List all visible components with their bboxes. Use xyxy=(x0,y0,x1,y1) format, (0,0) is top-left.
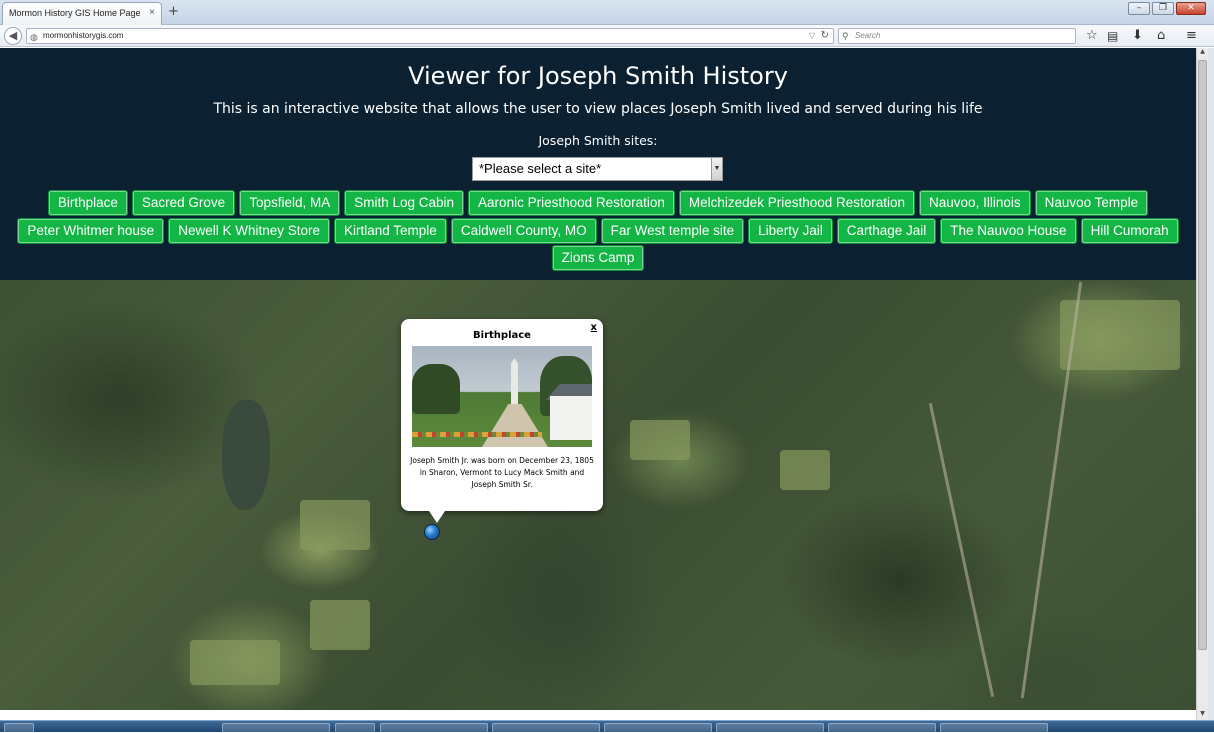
search-icon: ⚲ xyxy=(842,31,849,41)
browser-tab-bar: Mormon History GIS Home Page × + – ❐ ✕ xyxy=(0,0,1214,25)
menu-icon[interactable]: ≡ xyxy=(1186,28,1197,44)
chevron-down-icon[interactable]: ▼ xyxy=(711,158,722,180)
sites-label: Joseph Smith sites: xyxy=(538,133,658,148)
tab-title: Mormon History GIS Home Page xyxy=(9,8,141,18)
window-edge xyxy=(1208,48,1214,720)
photo-path xyxy=(482,404,548,447)
site-button-melchizedek-priesthood[interactable]: Melchizedek Priesthood Restoration xyxy=(678,190,916,216)
site-button-nauvoo-temple[interactable]: Nauvoo Temple xyxy=(1034,190,1149,216)
url-text: mormonhistorygis.com xyxy=(43,31,124,40)
scroll-down-icon[interactable]: ▼ xyxy=(1197,710,1208,720)
site-button-peter-whitmer-house[interactable]: Peter Whitmer house xyxy=(17,218,165,244)
birthplace-photo xyxy=(412,346,592,447)
map-field xyxy=(780,450,830,490)
map-field xyxy=(310,600,370,650)
site-button-birthplace[interactable]: Birthplace xyxy=(47,190,128,216)
home-icon[interactable]: ⌂ xyxy=(1157,28,1165,44)
site-select-value: *Please select a site* xyxy=(479,161,602,176)
globe-icon: ◍ xyxy=(30,32,38,42)
scroll-thumb[interactable] xyxy=(1198,60,1207,650)
photo-obelisk xyxy=(511,358,518,404)
search-input[interactable]: ⚲ Search xyxy=(838,28,1076,44)
photo-house xyxy=(550,396,592,440)
restore-icon[interactable]: ❐ xyxy=(1152,2,1174,15)
reload-icon[interactable]: ↻ xyxy=(821,29,829,43)
map-marker-icon[interactable] xyxy=(424,524,440,540)
site-info-popup: Birthplace x Joseph Smith Jr. was born o… xyxy=(401,319,603,523)
star-icon[interactable]: ☆ xyxy=(1086,28,1098,44)
map-field xyxy=(300,500,370,550)
site-button-row-1: Birthplace Sacred Grove Topsfield, MA Sm… xyxy=(0,190,1196,216)
tab-close-icon[interactable]: × xyxy=(149,3,155,23)
site-button-hill-cumorah[interactable]: Hill Cumorah xyxy=(1080,218,1179,244)
site-button-sacred-grove[interactable]: Sacred Grove xyxy=(131,190,236,216)
site-button-row-3: Zions Camp xyxy=(0,245,1196,271)
site-button-aaronic-priesthood[interactable]: Aaronic Priesthood Restoration xyxy=(468,190,675,216)
url-dropdown-icon[interactable]: ▽ xyxy=(809,29,815,43)
site-button-smith-log-cabin[interactable]: Smith Log Cabin xyxy=(344,190,465,216)
popup-close-icon[interactable]: x xyxy=(591,322,597,333)
browser-nav-bar: ◀ ◍ mormonhistorygis.com ▽ ↻ ⚲ Search ☆ … xyxy=(0,25,1214,47)
popup-title: Birthplace xyxy=(473,330,531,341)
map-road xyxy=(1020,281,1083,699)
photo-flowers xyxy=(412,432,542,437)
map-field xyxy=(630,420,690,460)
map-lake xyxy=(222,400,270,510)
site-button-carthage-jail[interactable]: Carthage Jail xyxy=(836,218,937,244)
site-button-caldwell-county[interactable]: Caldwell County, MO xyxy=(450,218,597,244)
map-road xyxy=(928,402,995,698)
map-field xyxy=(190,640,280,685)
page-header: Viewer for Joseph Smith History This is … xyxy=(0,48,1196,280)
satellite-map[interactable]: Birthplace x Joseph Smith Jr. was born o… xyxy=(0,280,1196,710)
site-button-zions-camp[interactable]: Zions Camp xyxy=(551,245,645,271)
site-button-liberty-jail[interactable]: Liberty Jail xyxy=(748,218,833,244)
site-button-kirtland-temple[interactable]: Kirtland Temple xyxy=(334,218,447,244)
site-button-nauvoo-house[interactable]: The Nauvoo House xyxy=(940,218,1077,244)
site-button-nauvoo-illinois[interactable]: Nauvoo, Illinois xyxy=(919,190,1031,216)
site-button-newell-k-whitney-store[interactable]: Newell K Whitney Store xyxy=(168,218,331,244)
new-tab-button[interactable]: + xyxy=(168,3,179,21)
site-button-row-2: Peter Whitmer house Newell K Whitney Sto… xyxy=(0,218,1196,244)
page-subtitle: This is an interactive website that allo… xyxy=(213,101,983,117)
os-taskbar xyxy=(0,720,1214,733)
photo-tree xyxy=(412,364,460,414)
close-window-icon[interactable]: ✕ xyxy=(1176,2,1206,15)
browser-tab[interactable]: Mormon History GIS Home Page × xyxy=(2,2,162,25)
site-select[interactable]: *Please select a site* ▼ xyxy=(472,157,723,181)
reading-list-icon[interactable]: ▤ xyxy=(1107,28,1118,44)
site-button-topsfield[interactable]: Topsfield, MA xyxy=(239,190,341,216)
popup-description: Joseph Smith Jr. was born on December 23… xyxy=(410,456,594,489)
download-icon[interactable]: ⬇ xyxy=(1132,28,1143,44)
site-button-far-west-temple[interactable]: Far West temple site xyxy=(600,218,745,244)
back-arrow-icon[interactable]: ◀ xyxy=(4,27,22,45)
page-title: Viewer for Joseph Smith History xyxy=(408,62,788,90)
search-placeholder: Search xyxy=(855,31,881,40)
address-bar[interactable]: ◍ mormonhistorygis.com ▽ ↻ xyxy=(26,28,834,44)
page-scrollbar[interactable]: ▲ ▼ xyxy=(1196,48,1208,720)
scroll-up-icon[interactable]: ▲ xyxy=(1197,48,1208,58)
minimize-icon[interactable]: – xyxy=(1128,2,1150,15)
